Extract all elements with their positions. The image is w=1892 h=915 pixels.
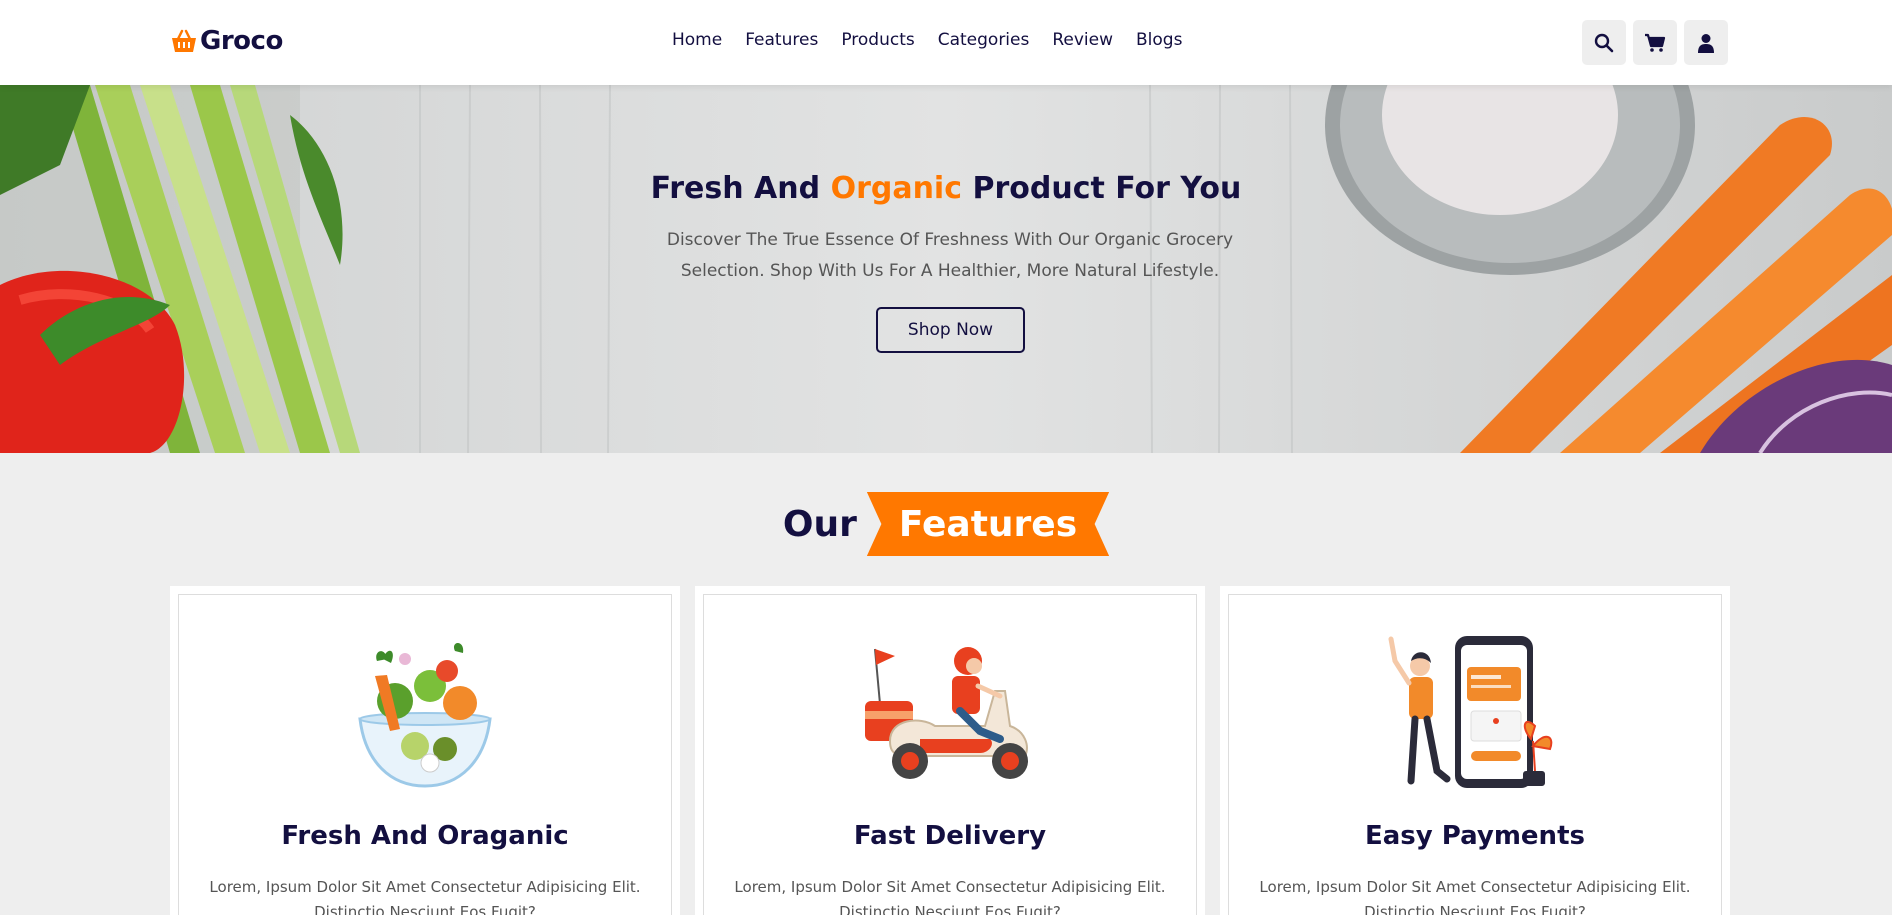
feature-card-payments: Easy Payments Lorem, Ipsum Dolor Sit Ame… xyxy=(1220,586,1730,915)
feature-text: Lorem, Ipsum Dolor Sit Amet Consectetur … xyxy=(209,878,641,915)
feature-title: Easy Payments xyxy=(1365,821,1585,851)
site-header: Groco Home Features Products Categories … xyxy=(0,0,1892,85)
scooter-delivery-illustration xyxy=(865,647,1028,779)
feature-card-delivery: Fast Delivery Lorem, Ipsum Dolor Sit Ame… xyxy=(695,586,1205,915)
user-button[interactable] xyxy=(1684,20,1728,65)
features-heading-plain: Our xyxy=(782,503,857,545)
header-icons xyxy=(1582,20,1728,65)
logo-text: Groco xyxy=(200,26,283,56)
nav-home[interactable]: Home xyxy=(672,30,722,50)
hero-description: Discover The True Essence Of Freshness W… xyxy=(666,230,1234,281)
features-heading-highlight: Features xyxy=(866,492,1110,556)
feature-card-fresh: Fresh And Oraganic Lorem, Ipsum Dolor Si… xyxy=(170,586,680,915)
feature-text: Lorem, Ipsum Dolor Sit Amet Consectetur … xyxy=(1259,878,1691,915)
hero-title: Fresh And Organic Product For You xyxy=(0,171,1892,206)
nav-blogs[interactable]: Blogs xyxy=(1136,30,1182,50)
nav-features[interactable]: Features xyxy=(745,30,818,50)
nav-categories[interactable]: Categories xyxy=(938,30,1030,50)
user-icon xyxy=(1698,33,1714,53)
shop-now-button[interactable]: Shop Now xyxy=(876,307,1025,353)
hero-title-part1: Fresh And xyxy=(650,171,821,206)
features-heading: Our Features xyxy=(0,492,1892,556)
feature-title: Fresh And Oraganic xyxy=(281,821,569,851)
feature-text: Lorem, Ipsum Dolor Sit Amet Consectetur … xyxy=(734,878,1166,915)
search-icon xyxy=(1594,33,1614,52)
logo[interactable]: Groco xyxy=(170,26,283,56)
hero-section: Fresh And Organic Product For You Discov… xyxy=(0,85,1892,453)
vegetable-bowl-illustration xyxy=(358,643,492,788)
search-button[interactable] xyxy=(1582,20,1626,65)
hero-title-part2: Product For You xyxy=(972,171,1242,206)
nav-products[interactable]: Products xyxy=(841,30,914,50)
mobile-payment-illustration xyxy=(1388,636,1553,788)
nav-review[interactable]: Review xyxy=(1052,30,1113,50)
feature-title: Fast Delivery xyxy=(853,821,1047,851)
cart-icon xyxy=(1645,33,1666,52)
hero-content: Fresh And Organic Product For You Discov… xyxy=(0,85,1892,453)
main-nav: Home Features Products Categories Review… xyxy=(672,30,1182,50)
hero-title-accent: Organic xyxy=(830,171,963,206)
features-list: Fresh And Oraganic Lorem, Ipsum Dolor Si… xyxy=(170,586,1732,915)
cart-button[interactable] xyxy=(1633,20,1677,65)
basket-icon xyxy=(170,27,198,55)
